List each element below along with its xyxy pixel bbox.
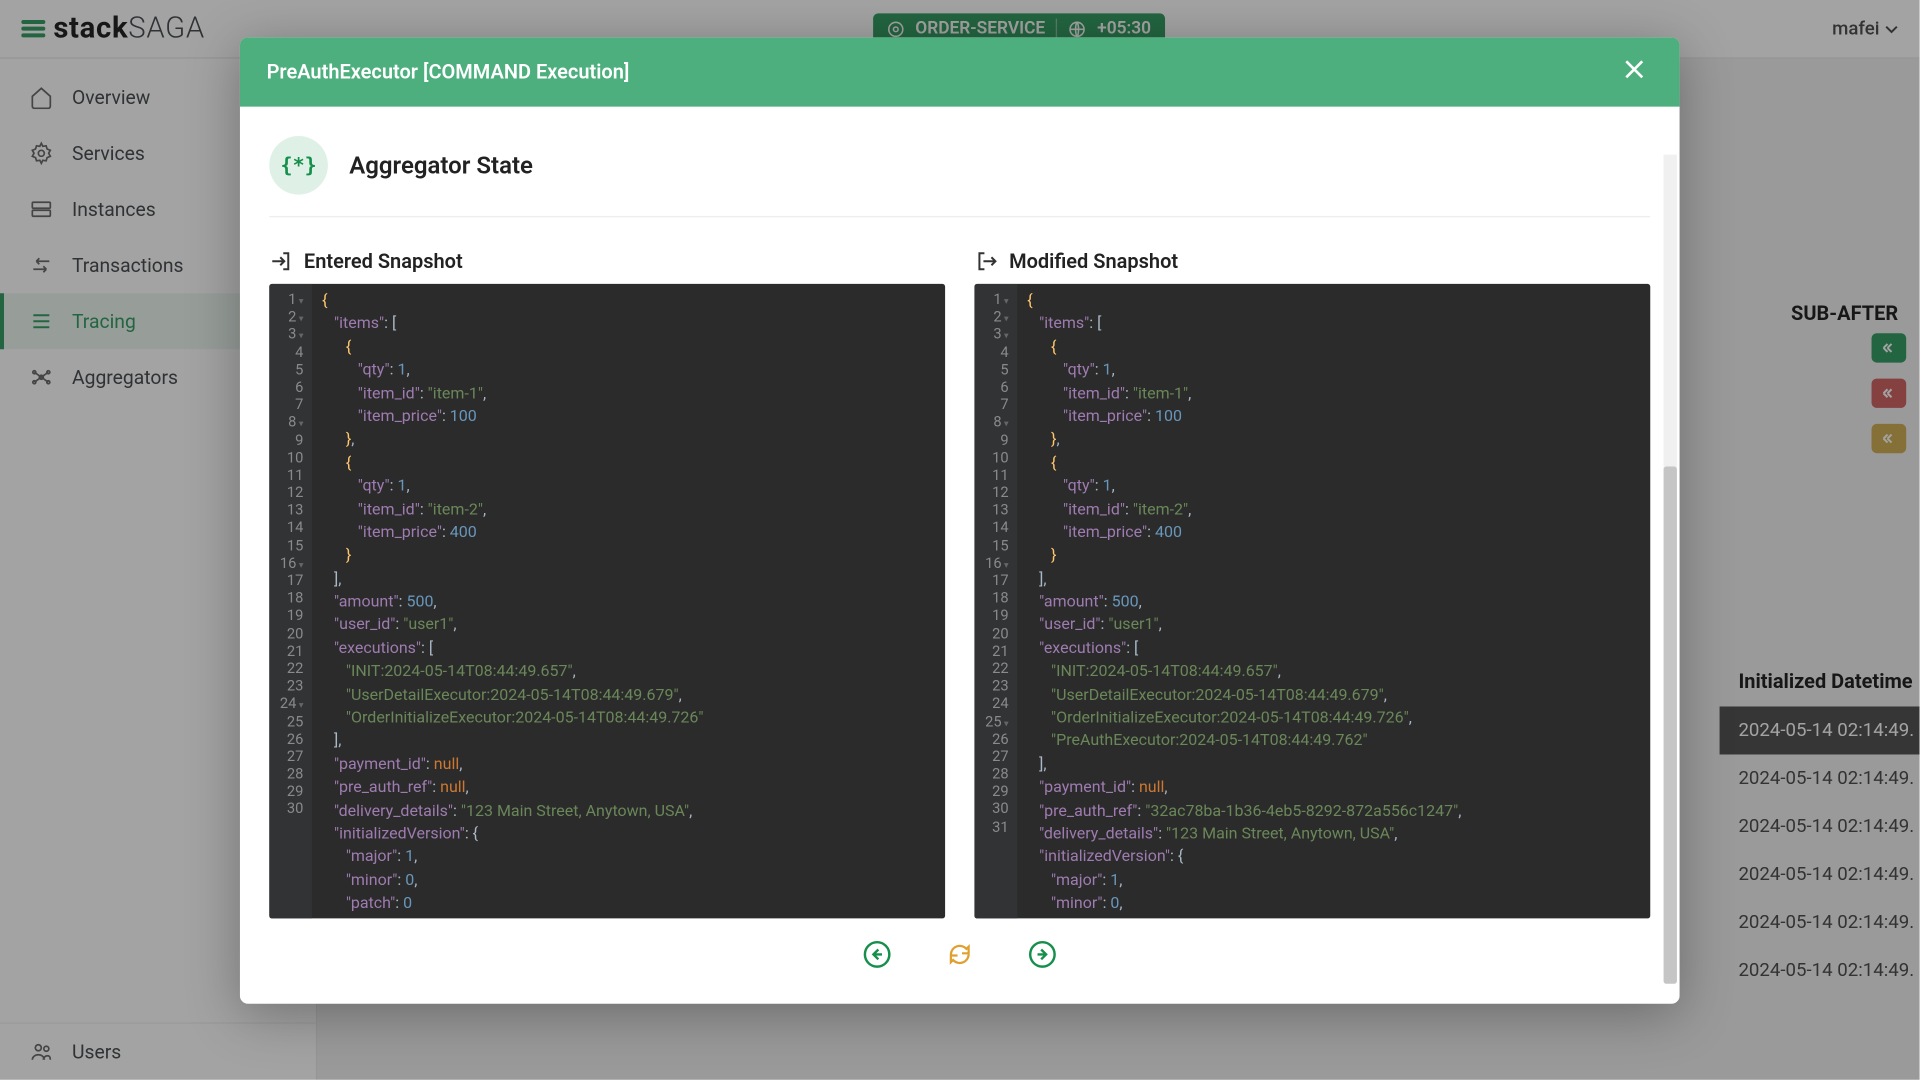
entered-code[interactable]: 1234567891011121314151617181920212223242… [269,284,945,919]
entered-snapshot: Entered Snapshot 12345678910111213141516… [269,249,945,918]
modified-snapshot: Modified Snapshot 1234567891011121314151… [974,249,1650,918]
close-icon[interactable] [1621,56,1653,88]
aggregator-icon: {*} [269,136,328,195]
modal: PreAuthExecutor [COMMAND Execution] {*} … [240,37,1680,1003]
enter-icon [269,249,293,273]
section-title: Aggregator State [349,151,533,179]
modal-title: PreAuthExecutor [COMMAND Execution] [267,60,630,84]
modal-footer [269,918,1650,998]
entered-label: Entered Snapshot [304,249,463,273]
modified-label: Modified Snapshot [1009,249,1178,273]
refresh-button[interactable] [945,940,974,969]
modal-header: PreAuthExecutor [COMMAND Execution] [240,37,1680,106]
modal-scrollbar-thumb[interactable] [1664,467,1677,984]
prev-button[interactable] [862,940,891,969]
exit-icon [974,249,998,273]
modified-code[interactable]: 1234567891011121314151617181920212223242… [974,284,1650,919]
next-button[interactable] [1028,940,1057,969]
section-head: {*} Aggregator State [269,125,1650,217]
